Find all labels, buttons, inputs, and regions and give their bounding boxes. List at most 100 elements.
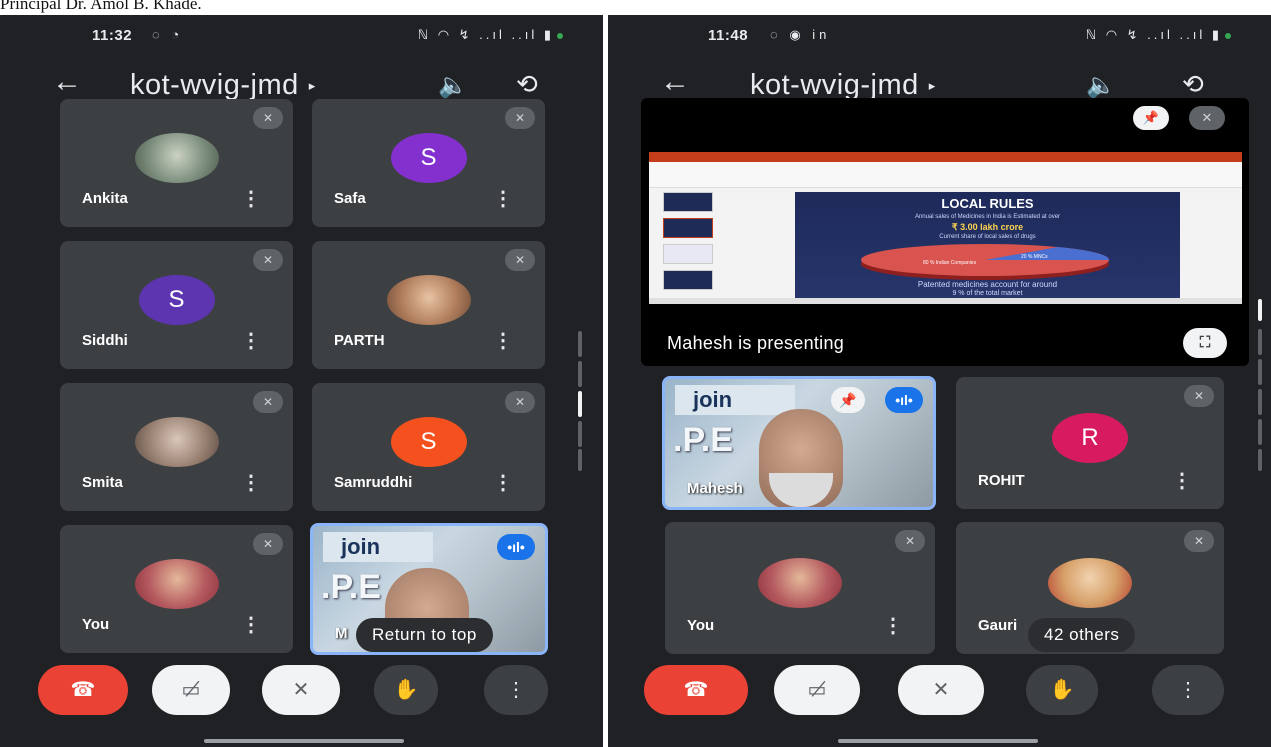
mic-off-icon: ✕ — [253, 533, 283, 555]
more-options-button[interactable]: ⋮ — [1152, 665, 1224, 715]
pin-icon[interactable]: 📌 — [831, 387, 865, 413]
participant-name: Mahesh — [687, 480, 743, 497]
status-bar: 11:32 ◌ ◔ ℕ ◠ ↯ ..ıl ..ıl ▮ — [0, 25, 603, 47]
scrollbar-segment — [578, 421, 582, 447]
avatar: S — [390, 417, 467, 467]
switch-camera-icon[interactable]: ⟲ — [516, 69, 538, 100]
scrollbar-segment — [578, 361, 582, 387]
more-options-icon[interactable]: ⋮ — [1172, 468, 1192, 493]
meeting-code[interactable]: kot-wvig-jmd ▸ — [130, 69, 316, 102]
app-ribbon — [649, 162, 1242, 188]
phone-screen-left: 11:32 ◌ ◔ ℕ ◠ ↯ ..ıl ..ıl ▮ ← kot-wvig-j… — [0, 15, 603, 747]
switch-camera-icon[interactable]: ⟲ — [1182, 69, 1204, 100]
scrollbar-segment — [578, 449, 582, 471]
notification-icons: ◌ ◉ in — [770, 27, 831, 42]
home-indicator[interactable] — [838, 739, 1038, 743]
participant-tile-parth[interactable]: ✕ PARTH ⋮ — [312, 241, 545, 369]
participant-tile-siddhi[interactable]: ✕ S Siddhi ⋮ — [60, 241, 293, 369]
more-options-button[interactable]: ⋮ — [484, 665, 548, 715]
slide-bottom-2: 9 % of the total market — [952, 290, 1023, 297]
privacy-dot-icon — [1225, 32, 1231, 39]
raise-hand-button[interactable]: ✋ — [374, 665, 438, 715]
scrollbar[interactable] — [1258, 299, 1262, 471]
slide-pie-graphic — [861, 244, 1110, 280]
scrollbar[interactable] — [578, 331, 582, 471]
more-options-icon[interactable]: ⋮ — [493, 186, 513, 211]
speaker-icon[interactable]: 🔈 — [438, 71, 468, 100]
notification-icons: ◌ ◔ — [152, 27, 184, 42]
more-options-icon[interactable]: ⋮ — [241, 612, 261, 637]
meeting-code-text: kot-wvig-jmd — [130, 69, 299, 101]
mic-off-icon: ✕ — [895, 530, 925, 552]
more-options-icon[interactable]: ⋮ — [241, 186, 261, 211]
participant-name: Smita — [82, 474, 123, 491]
slide-line-3: Current share of local sales of drugs — [939, 234, 1036, 240]
participant-tile-smita[interactable]: ✕ Smita ⋮ — [60, 383, 293, 511]
camera-toggle-button[interactable]: ▭̸ — [152, 665, 230, 715]
scrollbar-segment — [578, 331, 582, 357]
participant-tile-you[interactable]: ✕ You ⋮ — [665, 522, 935, 654]
status-time: 11:32 — [92, 27, 133, 44]
video-pe-text: .P.E — [321, 568, 381, 606]
mic-toggle-button[interactable]: ✕ — [262, 665, 340, 715]
participant-tile-rohit[interactable]: ✕ R ROHIT ⋮ — [956, 377, 1224, 509]
participant-name: You — [82, 616, 110, 633]
call-controls: ☎ ▭̸ ✕ ✋ ⋮ — [0, 665, 603, 725]
status-time: 11:48 — [708, 27, 749, 44]
participant-name: You — [687, 617, 715, 634]
participant-tile-safa[interactable]: ✕ S Safa ⋮ — [312, 99, 545, 227]
speaking-indicator-icon: •ıl• — [497, 534, 535, 560]
scrollbar-thumb[interactable] — [1258, 299, 1262, 321]
others-count-button[interactable]: 42 others — [1028, 618, 1136, 652]
participant-tile-you[interactable]: ✕ You ⋮ — [60, 525, 293, 653]
mic-off-icon: ✕ — [505, 249, 535, 271]
end-call-button[interactable]: ☎ — [38, 665, 128, 715]
scrollbar-thumb[interactable] — [578, 391, 582, 417]
speaker-icon[interactable]: 🔈 — [1086, 71, 1116, 100]
participant-tile-ankita[interactable]: ✕ Ankita ⋮ — [60, 99, 293, 227]
raise-hand-button[interactable]: ✋ — [1026, 665, 1098, 715]
video-banner-text: join — [323, 532, 433, 562]
end-call-button[interactable]: ☎ — [644, 665, 748, 715]
avatar: S — [138, 275, 215, 325]
slide-bottom-1: Patented medicines account for around — [917, 280, 1058, 289]
mic-off-icon: ✕ — [1189, 106, 1225, 130]
caption-text: Principal Dr. Amol B. Khade. — [0, 0, 202, 13]
fullscreen-icon[interactable]: ⛶ — [1183, 328, 1227, 358]
back-arrow-icon[interactable]: ← — [52, 65, 82, 99]
home-indicator[interactable] — [204, 739, 404, 743]
caret-right-icon: ▸ — [928, 78, 936, 94]
video-banner-text: join — [675, 385, 795, 415]
slide-thumbnail — [663, 192, 713, 212]
scrollbar-segment — [1258, 359, 1262, 385]
scrollbar-segment — [1258, 419, 1262, 445]
mic-toggle-button[interactable]: ✕ — [898, 665, 984, 715]
more-options-icon[interactable]: ⋮ — [241, 328, 261, 353]
participant-tile-samruddhi[interactable]: ✕ S Samruddhi ⋮ — [312, 383, 545, 511]
pin-icon[interactable]: 📌 — [1133, 106, 1169, 130]
avatar — [134, 133, 219, 183]
participant-name: M — [335, 625, 348, 642]
return-to-top-button[interactable]: Return to top — [356, 618, 493, 652]
avatar — [758, 558, 842, 608]
participant-name: Siddhi — [82, 332, 128, 349]
shared-screen: LOCAL RULES Annual sales of Medicines in… — [649, 152, 1242, 304]
more-options-icon[interactable]: ⋮ — [493, 328, 513, 353]
participant-name: PARTH — [334, 332, 385, 349]
presentation-view[interactable]: 📌 ✕ LOCAL RULES Annual sales of Medicine… — [641, 98, 1249, 366]
participant-name: Safa — [334, 190, 366, 207]
call-controls: ☎ ▭̸ ✕ ✋ ⋮ — [608, 665, 1271, 725]
mic-off-icon: ✕ — [505, 391, 535, 413]
back-arrow-icon[interactable]: ← — [660, 65, 690, 99]
mic-off-icon: ✕ — [505, 107, 535, 129]
system-icons: ℕ ◠ ↯ ..ıl ..ıl ▮ — [418, 27, 563, 43]
more-options-icon[interactable]: ⋮ — [493, 470, 513, 495]
slide-line-1: Annual sales of Medicines in India is Es… — [914, 214, 1061, 220]
participant-name: Ankita — [82, 190, 128, 207]
participant-tile-mahesh-video[interactable]: join .P.E 📌 •ıl• Mahesh — [662, 376, 936, 510]
participant-name: ROHIT — [978, 472, 1025, 489]
scrollbar-segment — [1258, 389, 1262, 415]
more-options-icon[interactable]: ⋮ — [883, 613, 903, 638]
more-options-icon[interactable]: ⋮ — [241, 470, 261, 495]
camera-toggle-button[interactable]: ▭̸ — [774, 665, 860, 715]
